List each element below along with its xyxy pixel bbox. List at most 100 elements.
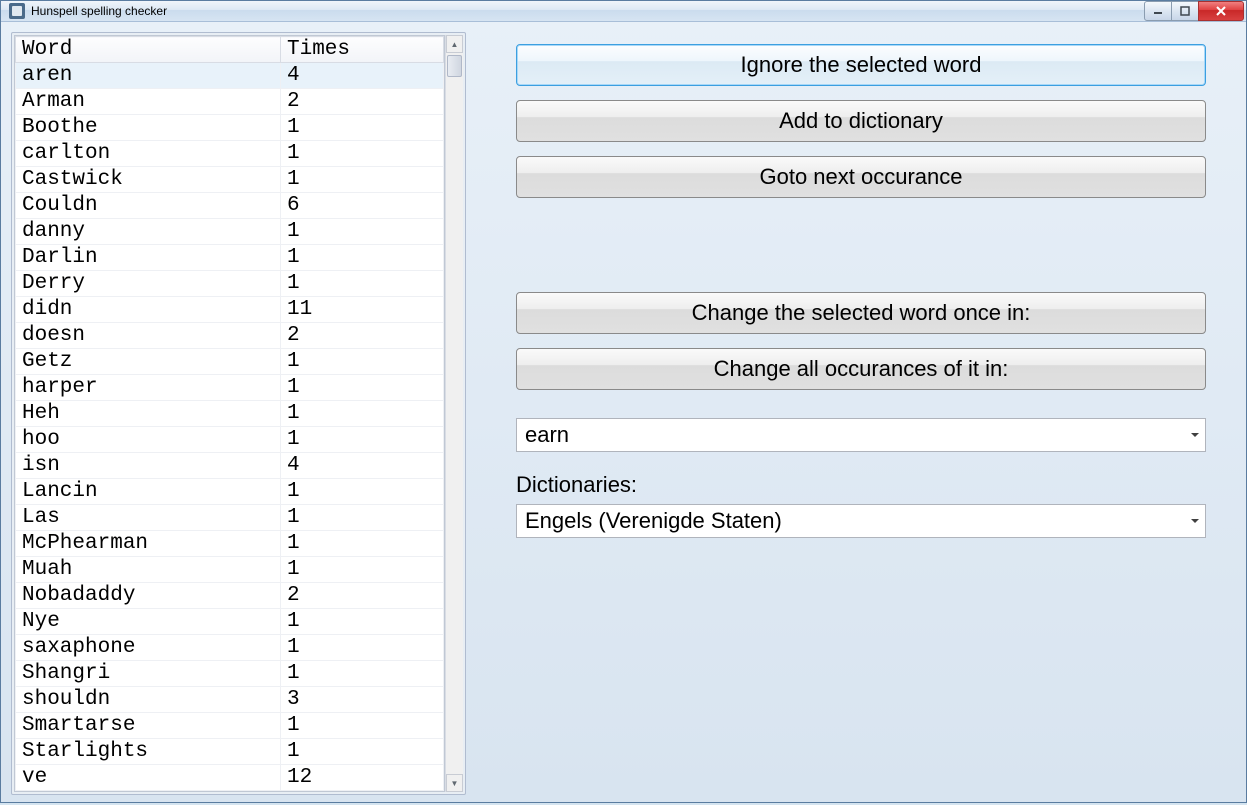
word-cell: Lancin [16,479,281,505]
word-cell: isn [16,453,281,479]
word-cell: Darlin [16,245,281,271]
times-cell: 1 [281,141,444,167]
table-row[interactable]: Arman2 [16,89,444,115]
table-row[interactable]: carlton1 [16,141,444,167]
change-once-button[interactable]: Change the selected word once in: [516,292,1206,334]
window-controls [1145,1,1244,21]
suggestion-value: earn [525,422,569,448]
table-row[interactable]: Heh1 [16,401,444,427]
table-row[interactable]: doesn2 [16,323,444,349]
table-row[interactable]: Nye1 [16,609,444,635]
times-cell: 2 [281,583,444,609]
vertical-scrollbar[interactable]: ▲ ▼ [445,35,463,792]
times-cell: 4 [281,453,444,479]
table-row[interactable]: isn4 [16,453,444,479]
actions-panel: Ignore the selected word Add to dictiona… [516,32,1236,795]
times-cell: 1 [281,557,444,583]
times-cell: 1 [281,531,444,557]
word-cell: danny [16,219,281,245]
table-row[interactable]: aren4 [16,63,444,89]
word-cell: didn [16,297,281,323]
scroll-down-button[interactable]: ▼ [446,774,463,792]
minimize-button[interactable] [1144,1,1172,21]
times-cell: 6 [281,193,444,219]
times-cell: 1 [281,635,444,661]
times-cell: 1 [281,219,444,245]
word-cell: Shangri [16,661,281,687]
times-cell: 1 [281,349,444,375]
app-window: Hunspell spelling checker Word [0,0,1247,803]
times-cell: 1 [281,479,444,505]
word-cell: Derry [16,271,281,297]
scroll-thumb[interactable] [447,55,462,77]
table-row[interactable]: Castwick1 [16,167,444,193]
table-row[interactable]: Boothe1 [16,115,444,141]
word-cell: Nye [16,609,281,635]
dictionaries-dropdown[interactable]: Engels (Verenigde Staten) [516,504,1206,538]
word-cell: Heh [16,401,281,427]
table-row[interactable]: hoo1 [16,427,444,453]
word-cell: Las [16,505,281,531]
add-dictionary-button[interactable]: Add to dictionary [516,100,1206,142]
times-cell: 12 [281,765,444,791]
times-cell: 1 [281,375,444,401]
table-row[interactable]: Couldn6 [16,193,444,219]
ignore-button[interactable]: Ignore the selected word [516,44,1206,86]
table-row[interactable]: Nobadaddy2 [16,583,444,609]
times-cell: 1 [281,167,444,193]
word-cell: McPhearman [16,531,281,557]
table-row[interactable]: Smartarse1 [16,713,444,739]
times-cell: 1 [281,245,444,271]
times-cell: 1 [281,115,444,141]
close-button[interactable] [1198,1,1244,21]
times-cell: 1 [281,271,444,297]
word-table[interactable]: Word Times aren4Arman2Boothe1carlton1Cas… [15,36,444,791]
word-cell: Smartarse [16,713,281,739]
times-cell: 1 [281,609,444,635]
scroll-up-button[interactable]: ▲ [446,35,463,53]
suggestion-dropdown[interactable]: earn [516,418,1206,452]
times-cell: 1 [281,505,444,531]
times-cell: 4 [281,63,444,89]
table-row[interactable]: Starlights1 [16,739,444,765]
times-cell: 1 [281,661,444,687]
chevron-down-icon [1191,519,1199,523]
window-title: Hunspell spelling checker [31,4,1145,18]
maximize-button[interactable] [1171,1,1199,21]
times-cell: 1 [281,713,444,739]
word-cell: ve [16,765,281,791]
table-row[interactable]: saxaphone1 [16,635,444,661]
table-row[interactable]: Lancin1 [16,479,444,505]
word-cell: Nobadaddy [16,583,281,609]
table-row[interactable]: Shangri1 [16,661,444,687]
word-list-panel: Word Times aren4Arman2Boothe1carlton1Cas… [11,32,466,795]
dictionaries-value: Engels (Verenigde Staten) [525,508,782,534]
table-row[interactable]: Muah1 [16,557,444,583]
word-cell: Couldn [16,193,281,219]
table-row[interactable]: harper1 [16,375,444,401]
goto-next-button[interactable]: Goto next occurance [516,156,1206,198]
word-cell: aren [16,63,281,89]
table-row[interactable]: ve12 [16,765,444,791]
times-cell: 3 [281,687,444,713]
titlebar[interactable]: Hunspell spelling checker [1,1,1246,22]
table-row[interactable]: danny1 [16,219,444,245]
word-cell: shouldn [16,687,281,713]
table-row[interactable]: Las1 [16,505,444,531]
app-icon [9,3,25,19]
table-row[interactable]: shouldn3 [16,687,444,713]
change-all-button[interactable]: Change all occurances of it in: [516,348,1206,390]
col-word-header[interactable]: Word [16,37,281,63]
col-times-header[interactable]: Times [281,37,444,63]
table-row[interactable]: Derry1 [16,271,444,297]
times-cell: 1 [281,739,444,765]
times-cell: 11 [281,297,444,323]
word-cell: Getz [16,349,281,375]
chevron-down-icon [1191,433,1199,437]
table-row[interactable]: Darlin1 [16,245,444,271]
table-row[interactable]: McPhearman1 [16,531,444,557]
word-cell: hoo [16,427,281,453]
word-cell: harper [16,375,281,401]
table-row[interactable]: didn11 [16,297,444,323]
table-row[interactable]: Getz1 [16,349,444,375]
